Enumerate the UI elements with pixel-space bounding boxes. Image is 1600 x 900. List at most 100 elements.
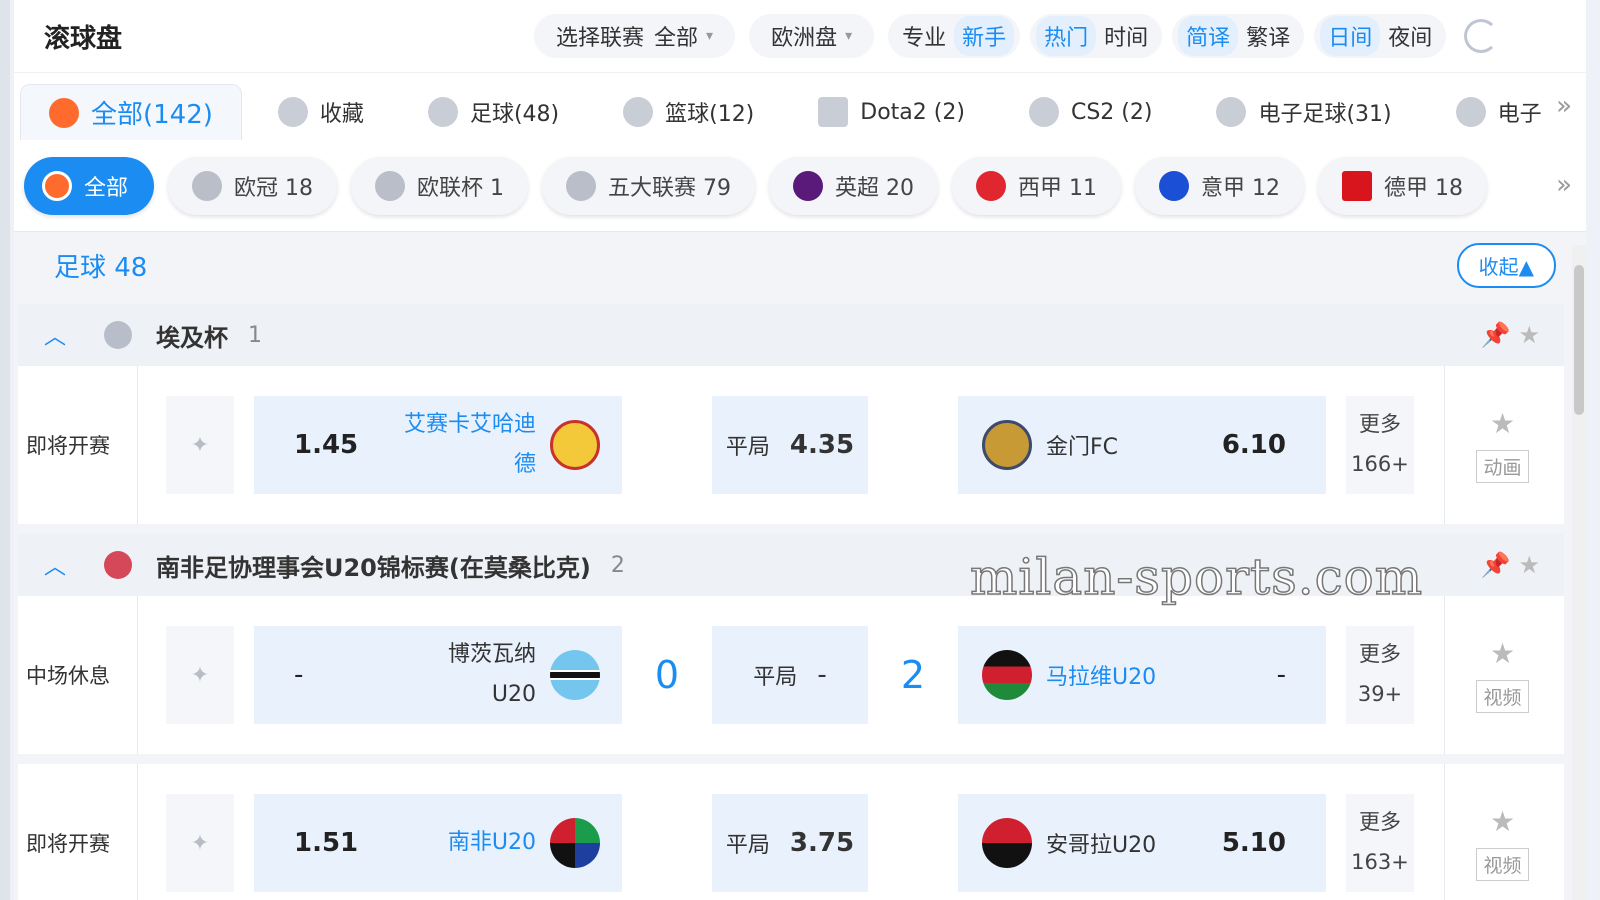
- match-actions: ★ 视频: [1444, 596, 1560, 754]
- tab-label: 篮球(12): [665, 102, 755, 127]
- chip-all[interactable]: 全部: [24, 156, 155, 215]
- star-icon[interactable]: ★: [1518, 551, 1548, 579]
- mode-toggle: 专业 新手: [888, 14, 1021, 58]
- chip-bundesliga[interactable]: 德甲 18: [1318, 156, 1488, 215]
- home-team: 艾赛卡艾哈迪德: [404, 412, 537, 477]
- tab-basketball[interactable]: 篮球(12): [595, 84, 782, 140]
- video-button[interactable]: 视频: [1476, 680, 1529, 713]
- pin-icon[interactable]: ✦: [166, 626, 234, 724]
- draw-label: 平局: [725, 435, 770, 460]
- chip-top5[interactable]: 五大联赛 79: [542, 156, 756, 215]
- sort-toggle: 热门 时间: [1030, 14, 1163, 58]
- sport-tabs: 全部(142) 收藏 足球(48) 篮球(12) Dota2 (2) CS2 (…: [14, 72, 1586, 140]
- draw-label: 平局: [753, 665, 798, 690]
- tab-football[interactable]: 足球(48): [400, 84, 587, 140]
- more-markets-button[interactable]: 更多 163+: [1346, 794, 1414, 892]
- chip-ucl[interactable]: 欧冠 18: [168, 156, 338, 215]
- chip-laliga[interactable]: 西甲 11: [952, 156, 1122, 215]
- collapse-button[interactable]: 收起▲: [1456, 242, 1556, 288]
- mode-pro[interactable]: 专业: [894, 16, 954, 56]
- tab-label: Dota2 (2): [860, 99, 965, 125]
- away-odds-button[interactable]: 金门FC 6.10: [958, 396, 1326, 494]
- trophy-icon: [104, 321, 132, 349]
- theme-day[interactable]: 日间: [1320, 16, 1381, 56]
- tab-efootball[interactable]: 电子足球(31): [1188, 84, 1419, 140]
- odds-type-select[interactable]: 欧洲盘 ▾: [749, 14, 875, 58]
- draw-odds-button[interactable]: 平局 3.75: [712, 794, 868, 892]
- sort-hot[interactable]: 热门: [1036, 16, 1097, 56]
- esports-icon: [1455, 97, 1486, 127]
- double-chevron-right-icon[interactable]: »: [1556, 170, 1572, 200]
- league-logo-icon: [104, 551, 132, 579]
- home-team: 博茨瓦纳U20: [447, 642, 536, 707]
- pin-icon[interactable]: 📌: [1481, 551, 1519, 579]
- star-icon[interactable]: ★: [1490, 805, 1515, 838]
- home-odds-button[interactable]: 1.45 艾赛卡艾哈迪德: [254, 396, 622, 494]
- chip-epl[interactable]: 英超 20: [769, 156, 939, 215]
- league-name: 埃及杯: [156, 323, 228, 352]
- app: 滚球盘 选择联赛 全部 ▾ 欧洲盘 ▾ 专业 新手 热门 时间 简译 繁译 日间…: [14, 0, 1586, 900]
- home-team: 南非U20: [447, 830, 536, 856]
- away-odds-button[interactable]: 马拉维U20 -: [958, 626, 1326, 724]
- more-count: 163+: [1351, 850, 1409, 874]
- premier-league-icon: [793, 170, 824, 201]
- page-title: 滚球盘: [44, 23, 123, 54]
- pin-icon[interactable]: ✦: [166, 794, 234, 892]
- tab-cs2[interactable]: CS2 (2): [1001, 84, 1180, 140]
- section-header: 足球 48 收起▲: [14, 232, 1586, 298]
- chevron-up-icon[interactable]: ︿: [44, 549, 104, 581]
- home-odds-button[interactable]: 1.51 南非U20: [254, 794, 622, 892]
- home-odds-button[interactable]: - 博茨瓦纳U20: [254, 626, 622, 724]
- league-header[interactable]: ︿ 埃及杯 1 📌★: [18, 304, 1564, 366]
- more-label: 更多: [1359, 642, 1401, 667]
- tab-esports[interactable]: 电子: [1428, 84, 1570, 140]
- away-team: 马拉维U20: [1046, 665, 1157, 690]
- theme-night[interactable]: 夜间: [1380, 16, 1440, 56]
- chip-seriea[interactable]: 意甲 12: [1135, 156, 1305, 215]
- team-crest-icon: [982, 420, 1032, 470]
- more-markets-button[interactable]: 更多 166+: [1346, 396, 1414, 494]
- more-count: 39+: [1357, 682, 1403, 706]
- scrollbar-thumb[interactable]: [1574, 265, 1584, 415]
- draw-odds-button[interactable]: 平局 4.35: [712, 396, 868, 494]
- tab-label: 全部(142): [91, 100, 213, 130]
- match-status: 中场休息: [18, 596, 138, 754]
- chip-label: 欧联杯 1: [417, 175, 505, 201]
- tab-all[interactable]: 全部(142): [20, 84, 242, 140]
- match-actions: ★ 动画: [1444, 366, 1560, 524]
- video-button[interactable]: 视频: [1476, 848, 1529, 881]
- lang-traditional[interactable]: 繁译: [1238, 16, 1298, 56]
- sort-time[interactable]: 时间: [1096, 16, 1156, 56]
- pin-icon[interactable]: ✦: [166, 396, 234, 494]
- tab-dota2[interactable]: Dota2 (2): [790, 84, 993, 140]
- double-chevron-right-icon[interactable]: »: [1556, 91, 1572, 121]
- draw-odds: 3.75: [789, 828, 855, 858]
- lang-simplified[interactable]: 简译: [1178, 16, 1239, 56]
- match-row: 中场休息 ✦ - 博茨瓦纳U20 0 平局 - 2 马拉维U20 - 更多 39…: [18, 596, 1564, 754]
- away-odds-button[interactable]: 安哥拉U20 5.10: [958, 794, 1326, 892]
- top-bar: 滚球盘 选择联赛 全部 ▾ 欧洲盘 ▾ 专业 新手 热门 时间 简译 繁译 日间…: [14, 0, 1586, 72]
- home-odds: 1.51: [294, 828, 359, 858]
- away-score: 2: [900, 653, 926, 697]
- pin-icon[interactable]: 📌: [1481, 321, 1519, 349]
- draw-label: 平局: [725, 833, 770, 858]
- away-odds: 6.10: [1221, 430, 1286, 460]
- malawi-flag-icon: [982, 650, 1032, 700]
- league-select[interactable]: 选择联赛 全部 ▾: [534, 14, 736, 58]
- star-icon[interactable]: ★: [1490, 407, 1515, 440]
- lang-toggle: 简译 繁译: [1172, 14, 1305, 58]
- refresh-icon[interactable]: [1464, 19, 1499, 53]
- star-icon[interactable]: ★: [1518, 321, 1548, 349]
- away-team: 安哥拉U20: [1046, 833, 1157, 858]
- star-icon[interactable]: ★: [1490, 637, 1515, 670]
- ucl-trophy-icon: [192, 170, 223, 201]
- chevron-up-icon[interactable]: ︿: [44, 319, 104, 351]
- draw-odds-button[interactable]: 平局 -: [712, 626, 868, 724]
- more-label: 更多: [1359, 810, 1401, 835]
- chip-uel[interactable]: 欧联杯 1: [351, 156, 529, 215]
- mode-beginner[interactable]: 新手: [954, 16, 1015, 56]
- animation-button[interactable]: 动画: [1476, 450, 1529, 483]
- scrollbar[interactable]: [1572, 245, 1586, 900]
- tab-favorites[interactable]: 收藏: [250, 84, 392, 140]
- more-markets-button[interactable]: 更多 39+: [1346, 626, 1414, 724]
